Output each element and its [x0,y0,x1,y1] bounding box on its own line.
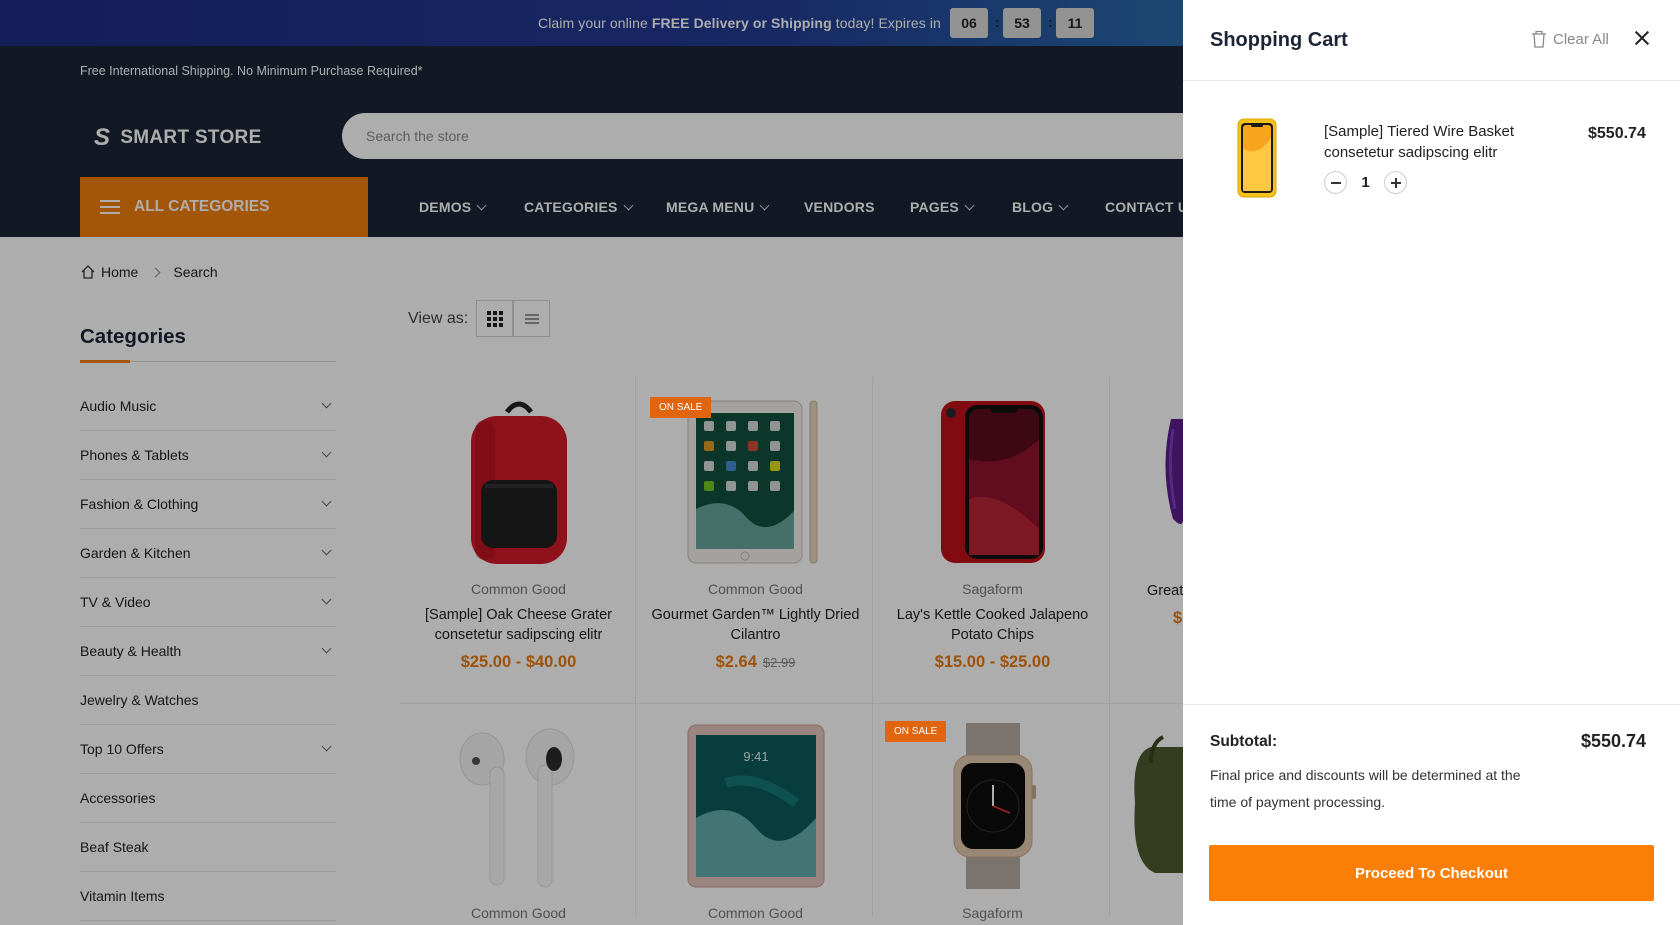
increase-quantity-button[interactable] [1384,171,1407,194]
close-icon[interactable] [1630,26,1654,50]
subtotal-value: $550.74 [1581,731,1647,751]
quantity-value[interactable]: 1 [1347,174,1384,191]
divider [1183,80,1680,81]
cart-item-price: $550.74 [1588,125,1646,142]
divider [1183,704,1680,705]
page-overlay[interactable] [0,0,1183,925]
decrease-quantity-button[interactable] [1324,171,1347,194]
trash-icon [1532,30,1546,48]
quantity-stepper: 1 [1324,171,1407,194]
checkout-button[interactable]: Proceed To Checkout [1209,845,1654,901]
clear-all-button[interactable]: Clear All [1531,30,1609,48]
page: Claim your online FREE Delivery or Shipp… [0,0,1680,925]
subtotal-label: Subtotal: [1210,733,1278,750]
payment-note: Final price and discounts will be determ… [1210,767,1521,810]
sale-badge: ON SALE [650,397,712,418]
clear-all-label: Clear All [1553,30,1609,48]
cart-item-name[interactable]: [Sample] Tiered Wire Basket consetetur s… [1324,121,1534,163]
shopping-cart-drawer: Shopping Cart Clear All [Sample] Tiered … [1183,0,1680,925]
cart-item-image[interactable] [1237,118,1277,198]
sale-badge: ON SALE [885,721,947,742]
cart-title: Shopping Cart [1210,29,1348,51]
